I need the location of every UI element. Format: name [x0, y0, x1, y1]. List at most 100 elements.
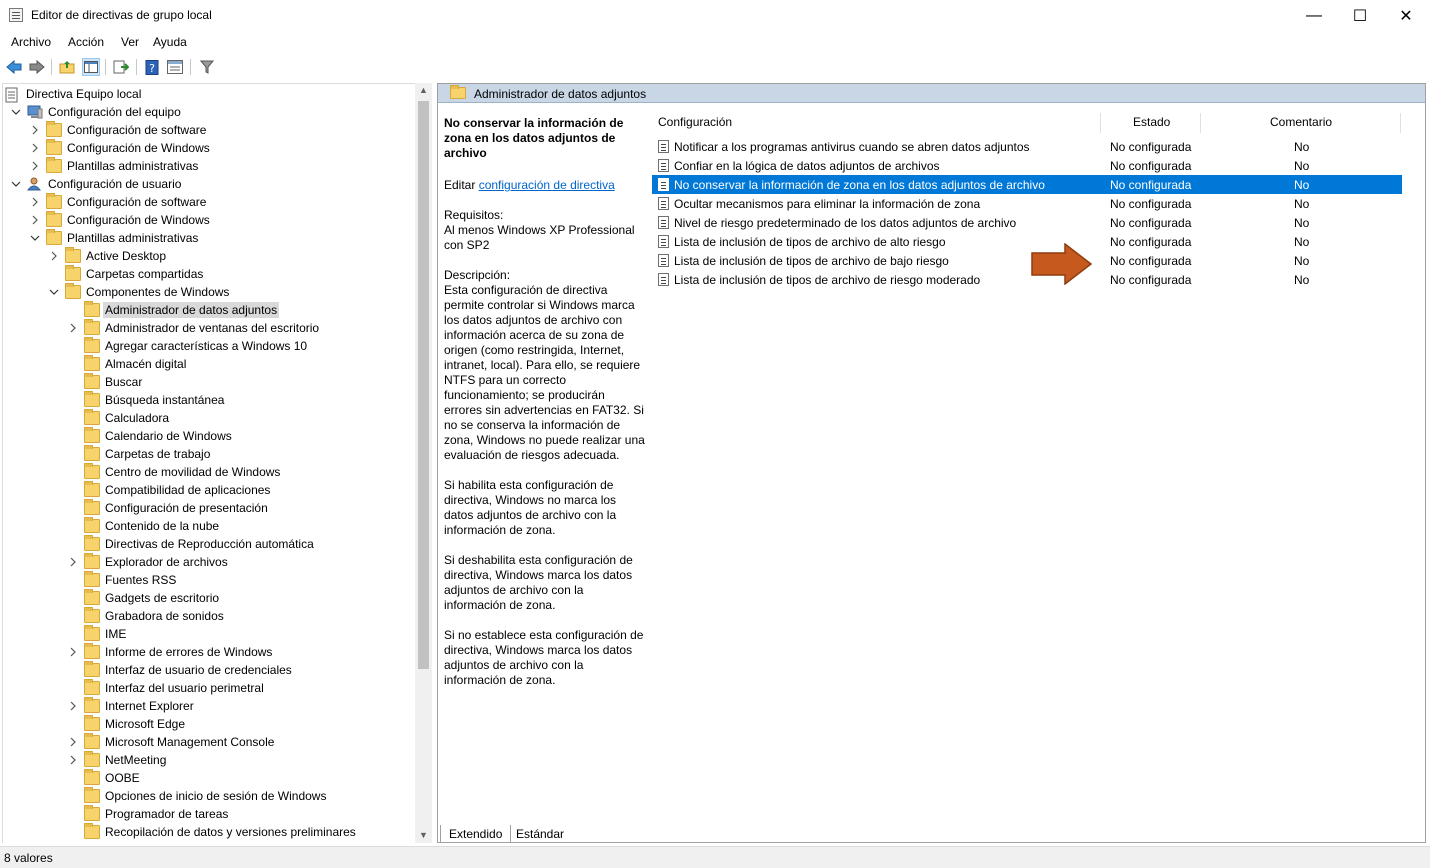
tree-item[interactable]: Configuración de Windows: [30, 139, 212, 157]
tree-item[interactable]: Active Desktop: [49, 247, 168, 265]
chevron-right-icon[interactable]: [49, 251, 59, 261]
policy-row[interactable]: Lista de inclusión de tipos de archivo d…: [652, 232, 1402, 251]
tree-item[interactable]: Calendario de Windows: [68, 427, 234, 445]
policy-row[interactable]: Lista de inclusión de tipos de archivo d…: [652, 251, 1402, 270]
tree-item[interactable]: Directivas de Reproducción automática: [68, 535, 316, 553]
tree-item[interactable]: Programador de tareas: [68, 805, 230, 823]
close-button[interactable]: ✕: [1383, 0, 1429, 31]
tree-item[interactable]: IME: [68, 625, 128, 643]
tree-item[interactable]: Buscar: [68, 373, 144, 391]
properties-icon[interactable]: [166, 58, 184, 76]
policy-row[interactable]: Nivel de riesgo predeterminado de los da…: [652, 213, 1402, 232]
show-hide-tree-icon[interactable]: [82, 58, 100, 76]
tree-item[interactable]: NetMeeting: [68, 751, 168, 769]
tree-item[interactable]: Configuración de presentación: [68, 499, 270, 517]
column-header-comment[interactable]: Comentario: [1270, 111, 1332, 133]
tree-item[interactable]: Configuración de Windows: [30, 211, 212, 229]
folder-icon: [65, 283, 81, 299]
menu-ver[interactable]: Ver: [121, 35, 139, 49]
forward-icon[interactable]: [28, 58, 46, 76]
chevron-right-icon[interactable]: [68, 647, 78, 657]
menu-accion[interactable]: Acción: [68, 35, 104, 49]
maximize-button[interactable]: ☐: [1337, 0, 1383, 31]
tree-item[interactable]: Configuración del equipo: [11, 103, 183, 121]
tree-item[interactable]: Plantillas administrativas: [30, 229, 200, 247]
tree-item[interactable]: Grabadora de sonidos: [68, 607, 226, 625]
chevron-down-icon[interactable]: [30, 233, 40, 243]
policy-row[interactable]: Notificar a los programas antivirus cuan…: [652, 137, 1402, 156]
chevron-down-icon[interactable]: [49, 287, 59, 297]
chevron-right-icon[interactable]: [68, 557, 78, 567]
chevron-right-icon[interactable]: [30, 161, 40, 171]
edit-policy-link[interactable]: configuración de directiva: [479, 178, 615, 192]
tree-item[interactable]: Microsoft Management Console: [68, 733, 276, 751]
tab-estandar[interactable]: Estándar: [508, 825, 572, 843]
minimize-button[interactable]: —: [1291, 0, 1337, 31]
navigation-tree[interactable]: Directiva Equipo local Configuración del …: [2, 83, 415, 843]
tree-item[interactable]: Centro de movilidad de Windows: [68, 463, 282, 481]
chevron-right-icon[interactable]: [68, 737, 78, 747]
disable-text: Si deshabilita esta configuración de dir…: [444, 553, 633, 612]
scroll-up-icon[interactable]: ▲: [419, 86, 428, 95]
column-header-state[interactable]: Estado: [1133, 111, 1170, 133]
back-icon[interactable]: [5, 58, 23, 76]
tree-item[interactable]: OOBE: [68, 769, 142, 787]
scroll-down-icon[interactable]: ▼: [419, 831, 428, 840]
tree-item[interactable]: Componentes de Windows: [49, 283, 231, 301]
chevron-right-icon[interactable]: [30, 197, 40, 207]
tree-item[interactable]: Gadgets de escritorio: [68, 589, 221, 607]
scroll-thumb[interactable]: [418, 101, 429, 669]
chevron-right-icon[interactable]: [30, 143, 40, 153]
chevron-down-icon[interactable]: [11, 107, 21, 117]
tree-item[interactable]: Configuración de software: [30, 193, 208, 211]
chevron-right-icon[interactable]: [68, 755, 78, 765]
tree-item[interactable]: Administrador de datos adjuntos: [68, 301, 280, 319]
tree-item[interactable]: Informe de errores de Windows: [68, 643, 274, 661]
tree-item-label: Grabadora de sonidos: [105, 609, 224, 623]
export-list-icon[interactable]: [112, 58, 130, 76]
up-folder-icon[interactable]: [58, 58, 76, 76]
folder-icon: [84, 463, 100, 479]
tree-item[interactable]: Búsqueda instantánea: [68, 391, 226, 409]
tree-item[interactable]: Agregar características a Windows 10: [68, 337, 309, 355]
tree-item[interactable]: Plantillas administrativas: [30, 157, 200, 175]
tree-item[interactable]: Carpetas compartidas: [49, 265, 205, 283]
tree-item[interactable]: Opciones de inicio de sesión de Windows: [68, 787, 328, 805]
tree-scrollbar[interactable]: ▲ ▼: [415, 83, 432, 843]
chevron-right-icon[interactable]: [68, 323, 78, 333]
tree-item[interactable]: Recopilación de datos y versiones prelim…: [68, 823, 358, 841]
tree-item[interactable]: Configuración de software: [30, 121, 208, 139]
tree-item[interactable]: Contenido de la nube: [68, 517, 221, 535]
chevron-down-icon[interactable]: [11, 179, 21, 189]
help-icon[interactable]: ?: [143, 58, 161, 76]
tree-item[interactable]: Interfaz de usuario de credenciales: [68, 661, 294, 679]
tree-item[interactable]: Compatibilidad de aplicaciones: [68, 481, 272, 499]
tree-item[interactable]: Interfaz del usuario perimetral: [68, 679, 266, 697]
tree-item[interactable]: Internet Explorer: [68, 697, 196, 715]
folder-icon: [84, 769, 100, 785]
policy-row[interactable]: Ocultar mecanismos para eliminar la info…: [652, 194, 1402, 213]
tree-item[interactable]: Directiva Equipo local: [5, 85, 143, 103]
chevron-right-icon[interactable]: [30, 215, 40, 225]
tree-item[interactable]: Microsoft Edge: [68, 715, 187, 733]
tree-item[interactable]: Almacén digital: [68, 355, 188, 373]
menu-archivo[interactable]: Archivo: [11, 35, 51, 49]
policy-row[interactable]: No conservar la información de zona en l…: [652, 175, 1402, 194]
policy-comment: No: [1294, 178, 1310, 192]
column-header-setting[interactable]: Configuración: [658, 111, 732, 133]
chevron-right-icon[interactable]: [30, 125, 40, 135]
tree-item[interactable]: Calculadora: [68, 409, 171, 427]
filter-icon[interactable]: [198, 58, 216, 76]
tree-item[interactable]: Configuración de usuario: [11, 175, 183, 193]
menu-ayuda[interactable]: Ayuda: [153, 35, 187, 49]
tree-item[interactable]: Explorador de archivos: [68, 553, 230, 571]
tree-item-label: Centro de movilidad de Windows: [105, 465, 281, 479]
tree-item[interactable]: Administrador de ventanas del escritorio: [68, 319, 321, 337]
tree-item[interactable]: Fuentes RSS: [68, 571, 178, 589]
policy-row[interactable]: Lista de inclusión de tipos de archivo d…: [652, 270, 1402, 289]
tree-item[interactable]: Carpetas de trabajo: [68, 445, 212, 463]
chevron-right-icon[interactable]: [68, 701, 78, 711]
policy-row[interactable]: Confiar en la lógica de datos adjuntos d…: [652, 156, 1402, 175]
tab-extendido[interactable]: Extendido: [440, 825, 512, 843]
